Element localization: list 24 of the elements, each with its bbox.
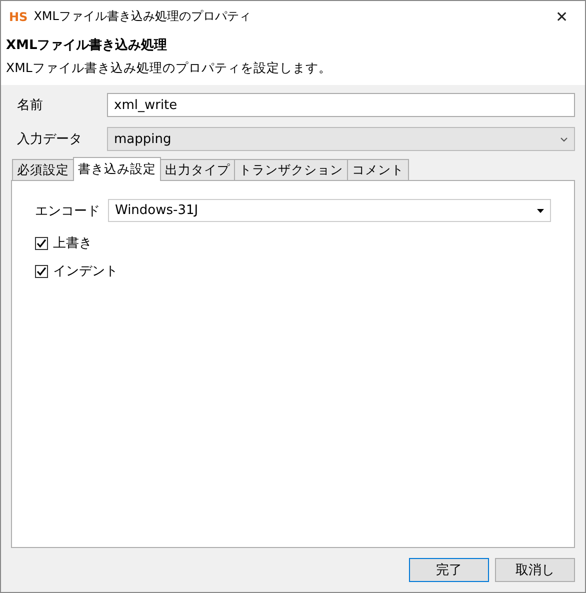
field-label: 名前 <box>17 97 44 114</box>
checkbox[interactable] <box>35 264 48 278</box>
encoding-label: エンコード <box>35 202 100 220</box>
name-field[interactable]: xml_write <box>107 93 575 117</box>
close-button[interactable]: ✕ <box>539 1 585 32</box>
encoding-dropdown[interactable]: Windows-31J <box>108 199 551 222</box>
tab[interactable]: トランザクション <box>234 159 348 180</box>
tab[interactable]: 必須設定 <box>12 159 74 180</box>
tab[interactable]: コメント <box>347 159 409 180</box>
tab[interactable]: 書き込み設定 <box>73 157 161 181</box>
checkbox[interactable] <box>35 236 48 250</box>
window-title: XMLファイル書き込み処理のプロパティ <box>34 8 252 25</box>
dialog-button[interactable]: 完了 <box>409 558 489 582</box>
field-label: 入力データ <box>17 131 83 148</box>
checkbox-label: インデント <box>53 263 118 280</box>
app-logo: HS <box>9 10 28 24</box>
dropdown-arrow-icon <box>537 208 544 212</box>
dialog-description: XMLファイル書き込み処理のプロパティを設定します。 <box>6 60 332 77</box>
checkbox-label: 上書き <box>53 235 92 252</box>
dialog-button[interactable]: 取消し <box>495 558 575 582</box>
chevron-down-icon <box>560 136 568 142</box>
input-data-dropdown[interactable]: mapping <box>107 127 575 151</box>
tab[interactable]: 出力タイプ <box>160 159 235 180</box>
dialog-heading: XMLファイル書き込み処理 <box>6 36 168 54</box>
